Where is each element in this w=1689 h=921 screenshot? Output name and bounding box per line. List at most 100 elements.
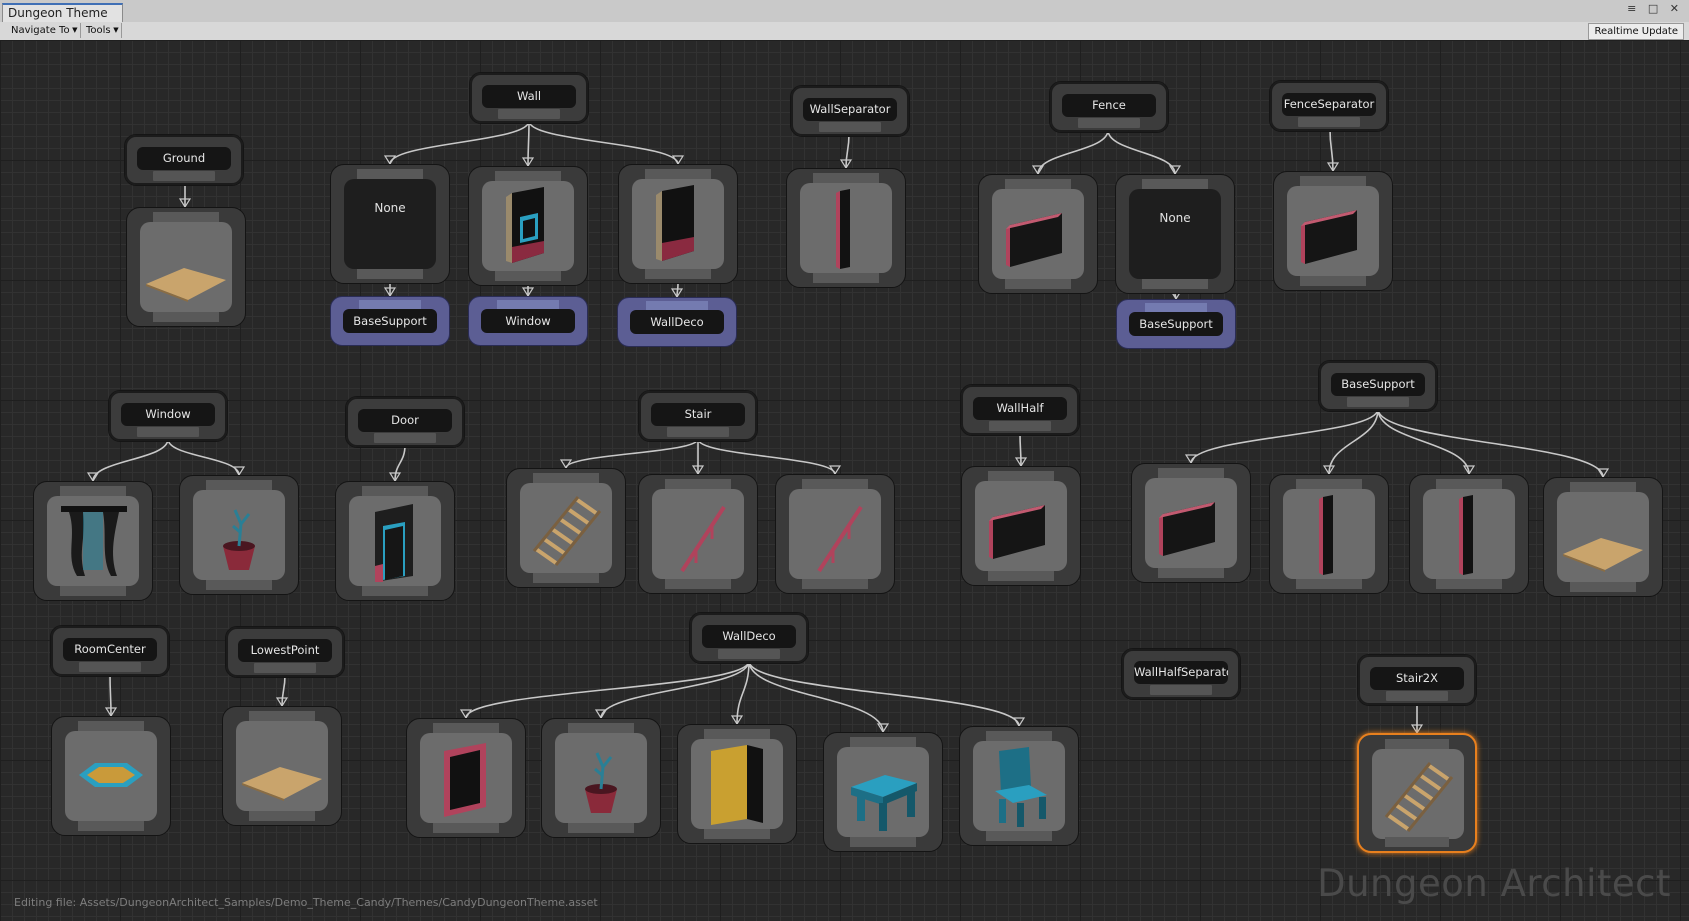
marker-node-ground[interactable]: Ground (124, 134, 244, 186)
visual-node-walldeco-table[interactable] (823, 732, 943, 852)
navigate-to-menu[interactable]: Navigate To ▼ (4, 23, 81, 38)
output-pin[interactable] (498, 109, 560, 119)
visual-node-stair2x-steps[interactable] (1357, 733, 1477, 853)
output-pin[interactable] (1436, 579, 1502, 589)
input-pin[interactable] (357, 169, 423, 179)
output-pin[interactable] (1296, 579, 1362, 589)
visual-node-basesupport-panel[interactable] (1131, 463, 1251, 583)
input-pin[interactable] (986, 731, 1052, 741)
output-pin[interactable] (249, 811, 315, 821)
output-pin[interactable] (357, 269, 423, 279)
output-pin[interactable] (667, 427, 729, 437)
emitter-node-walldeco[interactable]: WallDeco (617, 297, 737, 347)
output-pin[interactable] (254, 663, 316, 673)
input-pin[interactable] (497, 300, 559, 309)
marker-node-basesupport[interactable]: BaseSupport (1318, 360, 1438, 412)
input-pin[interactable] (362, 486, 428, 496)
input-pin[interactable] (1436, 479, 1502, 489)
marker-node-wallhalfseparator[interactable]: WallHalfSeparator (1121, 648, 1241, 700)
output-pin[interactable] (1142, 279, 1208, 289)
output-pin[interactable] (1005, 279, 1071, 289)
output-pin[interactable] (206, 580, 272, 590)
visual-node-walldeco-cabinet[interactable] (677, 724, 797, 844)
output-pin[interactable] (362, 586, 428, 596)
output-pin[interactable] (1150, 685, 1212, 695)
marker-node-walldeco[interactable]: WallDeco (689, 612, 809, 664)
visual-node-stair-steps[interactable] (506, 468, 626, 588)
input-pin[interactable] (153, 212, 219, 222)
output-pin[interactable] (1298, 117, 1360, 127)
output-pin[interactable] (1078, 118, 1140, 128)
visual-node-walldeco-frame[interactable] (406, 718, 526, 838)
graph-canvas[interactable]: Ground Wall WallSeparator Fence FenceSep… (0, 40, 1689, 921)
input-pin[interactable] (988, 471, 1054, 481)
output-pin[interactable] (60, 586, 126, 596)
input-pin[interactable] (206, 480, 272, 490)
output-pin[interactable] (1347, 397, 1409, 407)
visual-node-basesupport-floor[interactable] (1543, 477, 1663, 597)
output-pin[interactable] (704, 829, 770, 839)
input-pin[interactable] (433, 723, 499, 733)
marker-node-door[interactable]: Door (345, 396, 465, 448)
marker-node-stair[interactable]: Stair (638, 390, 758, 442)
visual-node-roomcenter-rug[interactable] (51, 716, 171, 836)
visual-node-walldeco-plant[interactable] (541, 718, 661, 838)
marker-node-window[interactable]: Window (108, 390, 228, 442)
realtime-update-toggle[interactable]: Realtime Update (1588, 23, 1684, 40)
output-pin[interactable] (568, 823, 634, 833)
output-pin[interactable] (433, 823, 499, 833)
marker-node-roomcenter[interactable]: RoomCenter (50, 625, 170, 677)
input-pin[interactable] (359, 300, 421, 309)
visual-node-ground-floor[interactable] (126, 207, 246, 327)
input-pin[interactable] (1158, 468, 1224, 478)
output-pin[interactable] (79, 662, 141, 672)
window-controls[interactable]: ≡ □ ✕ (1627, 2, 1683, 15)
visual-node-fenceseparator-panel[interactable] (1273, 171, 1393, 291)
visual-node-walldeco-chair[interactable] (959, 726, 1079, 846)
input-pin[interactable] (568, 723, 634, 733)
input-pin[interactable] (1296, 479, 1362, 489)
visual-node-fence-none[interactable]: None (1115, 174, 1235, 294)
input-pin[interactable] (850, 737, 916, 747)
marker-node-stair2x[interactable]: Stair2X (1357, 654, 1477, 706)
visual-node-lowestpoint-floor[interactable] (222, 706, 342, 826)
output-pin[interactable] (153, 171, 215, 181)
input-pin[interactable] (533, 473, 599, 483)
visual-node-wallhalf-panel[interactable] (961, 466, 1081, 586)
output-pin[interactable] (533, 573, 599, 583)
output-pin[interactable] (374, 433, 436, 443)
input-pin[interactable] (802, 479, 868, 489)
input-pin[interactable] (1385, 739, 1449, 749)
visual-node-wall-plain[interactable] (618, 164, 738, 284)
input-pin[interactable] (1005, 179, 1071, 189)
emitter-node-window[interactable]: Window (468, 296, 588, 346)
emitter-node-basesupport-fence[interactable]: BaseSupport (1116, 299, 1236, 349)
output-pin[interactable] (153, 312, 219, 322)
output-pin[interactable] (495, 271, 561, 281)
output-pin[interactable] (1300, 276, 1366, 286)
output-pin[interactable] (1158, 568, 1224, 578)
tools-menu[interactable]: Tools ▼ (79, 23, 122, 38)
marker-node-fence[interactable]: Fence (1049, 81, 1169, 133)
output-pin[interactable] (1385, 837, 1449, 847)
visual-node-wall-none[interactable]: None (330, 164, 450, 284)
input-pin[interactable] (1145, 303, 1207, 312)
marker-node-wall[interactable]: Wall (469, 72, 589, 124)
visual-node-wall-window[interactable] (468, 166, 588, 286)
visual-node-basesupport-pillar-2[interactable] (1409, 474, 1529, 594)
marker-node-wallseparator[interactable]: WallSeparator (790, 85, 910, 137)
output-pin[interactable] (665, 579, 731, 589)
marker-node-fenceseparator[interactable]: FenceSeparator (1269, 80, 1389, 132)
output-pin[interactable] (1386, 691, 1448, 701)
input-pin[interactable] (60, 486, 126, 496)
visual-node-stair-rail-1[interactable] (638, 474, 758, 594)
input-pin[interactable] (249, 711, 315, 721)
input-pin[interactable] (665, 479, 731, 489)
visual-node-basesupport-pillar-1[interactable] (1269, 474, 1389, 594)
input-pin[interactable] (1570, 482, 1636, 492)
output-pin[interactable] (802, 579, 868, 589)
output-pin[interactable] (1570, 582, 1636, 592)
visual-node-fence-panel[interactable] (978, 174, 1098, 294)
output-pin[interactable] (645, 269, 711, 279)
visual-node-wallseparator-pillar[interactable] (786, 168, 906, 288)
